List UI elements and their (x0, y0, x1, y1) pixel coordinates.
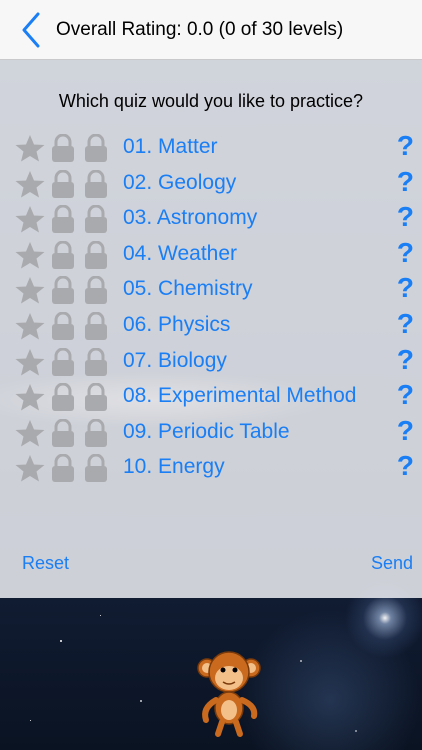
star-icon (15, 135, 45, 162)
quiz-row-2[interactable]: 02. Geology ? (0, 166, 422, 201)
star-dot (100, 615, 101, 616)
quiz-label[interactable]: 03. Astronomy (123, 206, 257, 230)
quiz-label[interactable]: 10. Energy (123, 455, 225, 479)
row-status-icons (15, 169, 107, 198)
quiz-label[interactable]: 05. Chemistry (123, 277, 253, 301)
row-status-icons (15, 276, 107, 305)
quiz-row-4[interactable]: 04. Weather ? (0, 237, 422, 272)
help-question-icon[interactable]: ? (397, 415, 414, 447)
lock-icon (85, 312, 107, 340)
quiz-row-10[interactable]: 10. Energy ? (0, 450, 422, 485)
question-text: Which quiz would you like to practice? (58, 91, 364, 111)
help-question-icon[interactable]: ? (397, 166, 414, 198)
lock-icon (85, 205, 107, 234)
reset-button[interactable]: Reset (22, 553, 69, 574)
quiz-label[interactable]: 07. Biology (123, 349, 227, 373)
row-status-icons (15, 454, 107, 483)
star-dot (355, 730, 357, 732)
lock-icon (52, 134, 74, 162)
lock-icon (52, 169, 74, 198)
row-status-icons (15, 312, 107, 340)
lock-icon (85, 454, 107, 483)
star-icon (15, 241, 45, 269)
help-question-icon[interactable]: ? (397, 130, 414, 162)
quiz-label[interactable]: 02. Geology (123, 171, 236, 195)
quiz-row-5[interactable]: 05. Chemistry ? (0, 272, 422, 307)
quiz-row-9[interactable]: 09. Periodic Table ? (0, 415, 422, 450)
lock-icon (52, 276, 74, 305)
quiz-row-3[interactable]: 03. Astronomy ? (0, 201, 422, 236)
row-status-icons (15, 418, 107, 447)
help-question-icon[interactable]: ? (397, 308, 414, 340)
lock-icon (85, 169, 107, 198)
row-status-icons (15, 347, 107, 376)
row-status-icons (15, 383, 107, 412)
chevron-left-icon[interactable] (20, 12, 42, 48)
help-question-icon[interactable]: ? (397, 201, 414, 233)
quiz-label[interactable]: 04. Weather (123, 242, 237, 266)
quiz-label[interactable]: 06. Physics (123, 313, 230, 337)
help-question-icon[interactable]: ? (397, 450, 414, 482)
lock-icon (85, 240, 107, 269)
star-dot (30, 720, 31, 721)
lock-icon (52, 312, 74, 340)
lock-icon (52, 383, 74, 412)
page-title: Overall Rating: 0.0 (0 of 30 levels) (56, 19, 344, 40)
row-status-icons (15, 240, 107, 269)
lock-icon (52, 347, 74, 376)
quiz-label[interactable]: 08. Experimental Method (123, 384, 356, 408)
nav-bar: Overall Rating: 0.0 (0 of 30 levels) (0, 0, 422, 60)
quiz-label[interactable]: 01. Matter (123, 135, 218, 159)
lock-icon (85, 276, 107, 305)
quiz-panel: Which quiz would you like to practice? 0… (0, 60, 422, 598)
monkey-mascot (197, 651, 261, 737)
quiz-label[interactable]: 09. Periodic Table (123, 420, 290, 444)
help-question-icon[interactable]: ? (397, 379, 414, 411)
star-icon (15, 419, 45, 447)
star-icon (15, 313, 45, 340)
star-icon (15, 170, 45, 198)
star-dot (300, 660, 302, 662)
lock-icon (85, 134, 107, 162)
star-icon (15, 455, 45, 482)
star-icon (15, 384, 45, 411)
lock-icon (85, 383, 107, 412)
row-status-icons (15, 134, 107, 162)
star-dot (60, 640, 62, 642)
quiz-row-1[interactable]: 01. Matter ? (0, 130, 422, 165)
quiz-row-8[interactable]: 08. Experimental Method ? (0, 379, 422, 414)
lock-icon (52, 205, 74, 234)
star-icon (15, 348, 45, 376)
send-button[interactable]: Send (371, 553, 413, 574)
help-question-icon[interactable]: ? (397, 344, 414, 376)
lock-icon (85, 347, 107, 376)
star-dot (140, 700, 142, 702)
quiz-row-7[interactable]: 07. Biology ? (0, 344, 422, 379)
row-status-icons (15, 205, 107, 234)
lock-icon (85, 418, 107, 447)
lock-icon (52, 418, 74, 447)
quiz-row-6[interactable]: 06. Physics ? (0, 308, 422, 343)
help-question-icon[interactable]: ? (397, 272, 414, 304)
lock-icon (52, 454, 74, 483)
help-question-icon[interactable]: ? (397, 237, 414, 269)
lock-icon (52, 240, 74, 269)
star-icon (15, 277, 45, 304)
star-icon (15, 206, 45, 233)
